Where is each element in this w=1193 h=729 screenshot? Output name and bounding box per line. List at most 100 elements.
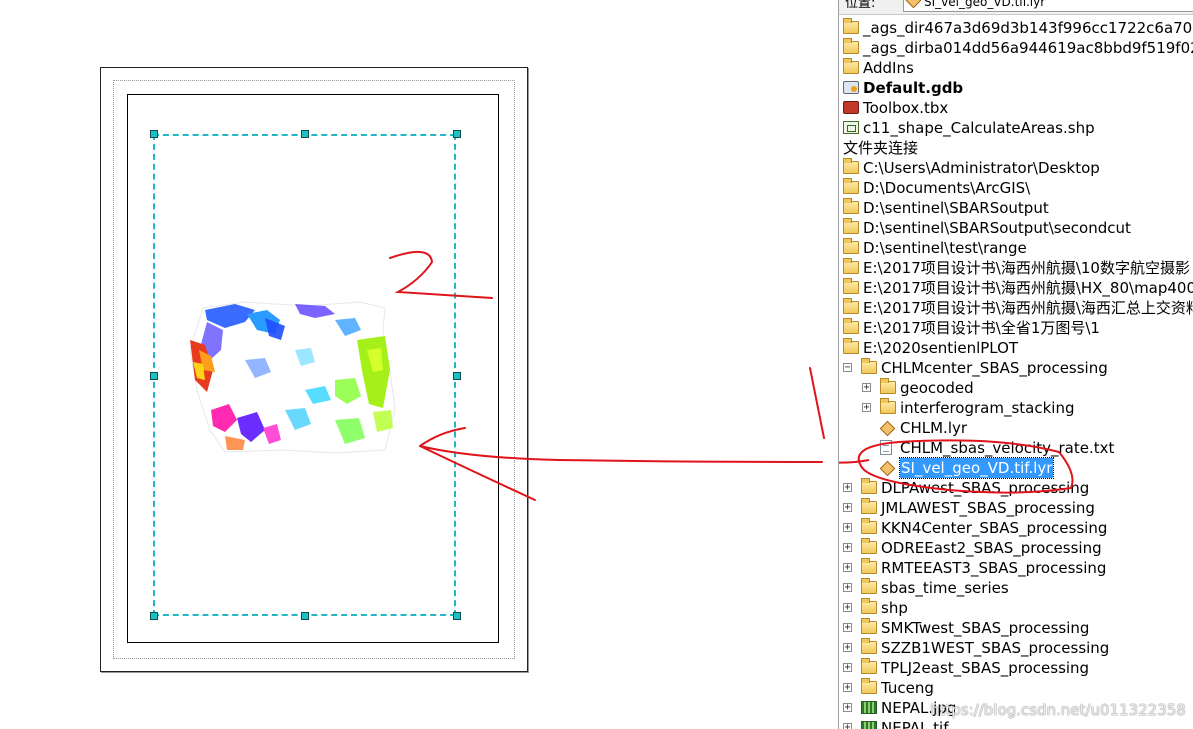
catalog-tree-item[interactable]: + SZZB1WEST_SBAS_processing: [839, 638, 1193, 658]
expand-icon[interactable]: +: [843, 523, 852, 533]
folder-icon: [861, 578, 877, 594]
catalog-tree-item-label: ODREEast2_SBAS_processing: [881, 539, 1102, 557]
folder-icon: [843, 278, 859, 294]
catalog-tree-item-label: shp: [881, 599, 908, 617]
expand-icon[interactable]: +: [843, 663, 852, 673]
folder-icon: [861, 658, 877, 674]
catalog-tree-item[interactable]: AddIns: [839, 58, 1193, 78]
catalog-tree-item[interactable]: 文件夹连接: [839, 138, 1193, 158]
catalog-tree-item-label: Default.gdb: [863, 79, 964, 97]
catalog-tree-item-label: SMKTwest_SBAS_processing: [881, 619, 1090, 637]
catalog-tree-item[interactable]: _ags_dirba014dd56a944619ac8bbd9f519f025: [839, 38, 1193, 58]
catalog-tree-item[interactable]: + Tuceng: [839, 678, 1193, 698]
location-value: SI_vel_geo_VD.tif.lyr: [924, 0, 1046, 9]
catalog-tree[interactable]: _ags_dir467a3d69d3b143f996cc1722c6a702b _…: [839, 18, 1193, 729]
catalog-tree-item[interactable]: D:\Documents\ArcGIS\: [839, 178, 1193, 198]
catalog-tree-item-label: D:\sentinel\SBARSoutput\secondcut: [863, 219, 1131, 237]
catalog-tree-item[interactable]: + RMTEEAST3_SBAS_processing: [839, 558, 1193, 578]
location-field[interactable]: SI_vel_geo_VD.tif.lyr: [903, 0, 1193, 12]
expand-icon[interactable]: +: [843, 483, 852, 493]
catalog-tree-item[interactable]: D:\sentinel\test\range: [839, 238, 1193, 258]
folder-icon: [843, 318, 859, 334]
expand-icon[interactable]: +: [843, 563, 852, 573]
velocity-raster-image: [189, 301, 396, 454]
layout-view[interactable]: [0, 0, 835, 729]
folder-icon: [843, 178, 859, 194]
catalog-tree-item[interactable]: CHLM_sbas_velocity_rate.txt: [839, 438, 1193, 458]
catalog-tree-item[interactable]: + geocoded: [839, 378, 1193, 398]
resize-handle-bottom-right[interactable]: [453, 612, 461, 620]
expand-icon[interactable]: +: [843, 723, 852, 729]
catalog-tree-item[interactable]: _ags_dir467a3d69d3b143f996cc1722c6a702b: [839, 18, 1193, 38]
expand-icon[interactable]: +: [843, 603, 852, 613]
catalog-tree-item-label: D:\sentinel\test\range: [863, 239, 1027, 257]
catalog-tree-item-label: JMLAWEST_SBAS_processing: [881, 499, 1095, 517]
resize-handle-bottom-middle[interactable]: [301, 612, 309, 620]
expand-icon[interactable]: +: [843, 583, 852, 593]
catalog-tree-item[interactable]: + sbas_time_series: [839, 578, 1193, 598]
catalog-tree-item[interactable]: + DLPAwest_SBAS_processing: [839, 478, 1193, 498]
text-file-icon: [880, 440, 892, 455]
expand-icon[interactable]: +: [843, 503, 852, 513]
folder-icon: [843, 58, 859, 74]
folder-icon: [843, 198, 859, 214]
watermark-text: https://blog.csdn.net/u011322358: [930, 701, 1186, 719]
resize-handle-middle-left[interactable]: [150, 372, 158, 380]
toolbox-icon: [843, 101, 859, 114]
catalog-tree-item[interactable]: c11_shape_CalculateAreas.shp: [839, 118, 1193, 138]
catalog-tree-item-label: SZZB1WEST_SBAS_processing: [881, 639, 1110, 657]
catalog-tree-item[interactable]: Default.gdb: [839, 78, 1193, 98]
catalog-tree-item-label: KKN4Center_SBAS_processing: [881, 519, 1108, 537]
catalog-tree-panel[interactable]: 位置: SI_vel_geo_VD.tif.lyr _ags_dir467a3d…: [838, 0, 1193, 729]
catalog-tree-item[interactable]: E:\2017项目设计书\海西州航摄\HX_80\map400: [839, 278, 1193, 298]
catalog-tree-item[interactable]: E:\2017项目设计书\全省1万图号\1: [839, 318, 1193, 338]
catalog-tree-item[interactable]: + JMLAWEST_SBAS_processing: [839, 498, 1193, 518]
catalog-tree-item-label: C:\Users\Administrator\Desktop: [863, 159, 1100, 177]
catalog-tree-item[interactable]: E:\2020sentienlPLOT: [839, 338, 1193, 358]
catalog-tree-item-label: E:\2017项目设计书\全省1万图号\1: [863, 319, 1100, 337]
catalog-tree-item-label: c11_shape_CalculateAreas.shp: [863, 119, 1095, 137]
catalog-tree-item-label: 文件夹连接: [843, 139, 919, 157]
resize-handle-top-left[interactable]: [150, 130, 158, 138]
catalog-tree-item[interactable]: + ODREEast2_SBAS_processing: [839, 538, 1193, 558]
catalog-tree-item[interactable]: + KKN4Center_SBAS_processing: [839, 518, 1193, 538]
catalog-tree-item[interactable]: CHLM.lyr: [839, 418, 1193, 438]
expand-icon[interactable]: +: [862, 403, 871, 413]
expand-icon[interactable]: +: [843, 643, 852, 653]
catalog-tree-item-label: RMTEEAST3_SBAS_processing: [881, 559, 1107, 577]
catalog-tree-item[interactable]: E:\2017项目设计书\海西州航摄\10数字航空摄影: [839, 258, 1193, 278]
catalog-tree-item[interactable]: + SMKTwest_SBAS_processing: [839, 618, 1193, 638]
catalog-tree-item-label: E:\2017项目设计书\海西州航摄\10数字航空摄影: [863, 259, 1190, 277]
expand-icon[interactable]: +: [843, 703, 852, 713]
folder-icon: [861, 618, 877, 634]
folder-icon: [843, 298, 859, 314]
catalog-tree-item[interactable]: + shp: [839, 598, 1193, 618]
resize-handle-middle-right[interactable]: [453, 372, 461, 380]
expand-icon[interactable]: +: [843, 683, 852, 693]
folder-icon: [880, 398, 896, 414]
collapse-icon[interactable]: −: [843, 363, 852, 373]
folder-icon: [843, 338, 859, 354]
catalog-tree-item[interactable]: − CHLMcenter_SBAS_processing: [839, 358, 1193, 378]
expand-icon[interactable]: +: [862, 383, 871, 393]
catalog-tree-item-label: _ags_dir467a3d69d3b143f996cc1722c6a702b: [863, 19, 1193, 37]
catalog-tree-item[interactable]: E:\2017项目设计书\海西州航摄\海西汇总上交资料: [839, 298, 1193, 318]
resize-handle-top-right[interactable]: [453, 130, 461, 138]
expand-icon[interactable]: +: [843, 543, 852, 553]
catalog-tree-item[interactable]: D:\sentinel\SBARSoutput\secondcut: [839, 218, 1193, 238]
catalog-tree-item[interactable]: C:\Users\Administrator\Desktop: [839, 158, 1193, 178]
folder-icon: [861, 538, 877, 554]
expand-icon[interactable]: +: [843, 623, 852, 633]
catalog-tree-item-label: Toolbox.tbx: [863, 99, 949, 117]
resize-handle-top-middle[interactable]: [301, 130, 309, 138]
catalog-tree-item[interactable]: + NEPAL.tif: [839, 718, 1193, 729]
catalog-tree-item[interactable]: SI_vel_geo_VD.tif.lyr: [839, 457, 1193, 479]
catalog-tree-item[interactable]: D:\sentinel\SBARSoutput: [839, 198, 1193, 218]
catalog-tree-item[interactable]: + TPLJ2east_SBAS_processing: [839, 658, 1193, 678]
catalog-tree-item[interactable]: Toolbox.tbx: [839, 98, 1193, 118]
catalog-tree-item-label: geocoded: [900, 379, 974, 397]
catalog-tree-item[interactable]: + interferogram_stacking: [839, 398, 1193, 418]
resize-handle-bottom-left[interactable]: [150, 612, 158, 620]
folder-icon: [861, 598, 877, 614]
raster-icon: [861, 721, 877, 729]
